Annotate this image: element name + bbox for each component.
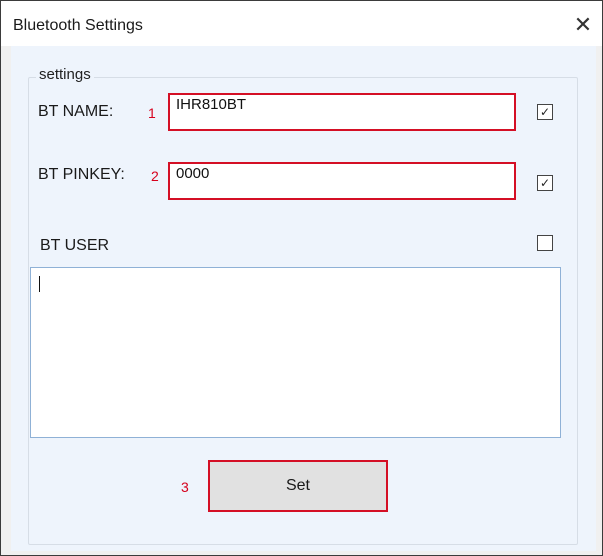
bt-pinkey-field[interactable]: 0000 <box>168 162 516 200</box>
bt-name-label: BT NAME: <box>38 103 114 120</box>
close-icon[interactable]: ✕ <box>569 11 597 39</box>
bt-name-checkbox[interactable]: ✓ <box>537 104 553 120</box>
bt-user-label: BT USER <box>40 237 110 254</box>
text-caret <box>39 276 40 292</box>
bt-user-textarea[interactable] <box>30 267 561 438</box>
bt-user-checkbox[interactable] <box>537 235 553 251</box>
bt-pinkey-label: BT PINKEY: <box>38 166 125 183</box>
marker-3: 3 <box>181 479 189 495</box>
marker-1: 1 <box>148 105 156 121</box>
window-title: Bluetooth Settings <box>13 17 143 34</box>
marker-2: 2 <box>151 168 159 184</box>
set-button[interactable]: Set <box>208 460 388 512</box>
settings-group-title: settings <box>36 66 94 83</box>
bt-name-field[interactable]: IHR810BT <box>168 93 516 131</box>
title-bar: Bluetooth Settings ✕ <box>1 1 602 46</box>
bt-pinkey-checkbox[interactable]: ✓ <box>537 175 553 191</box>
